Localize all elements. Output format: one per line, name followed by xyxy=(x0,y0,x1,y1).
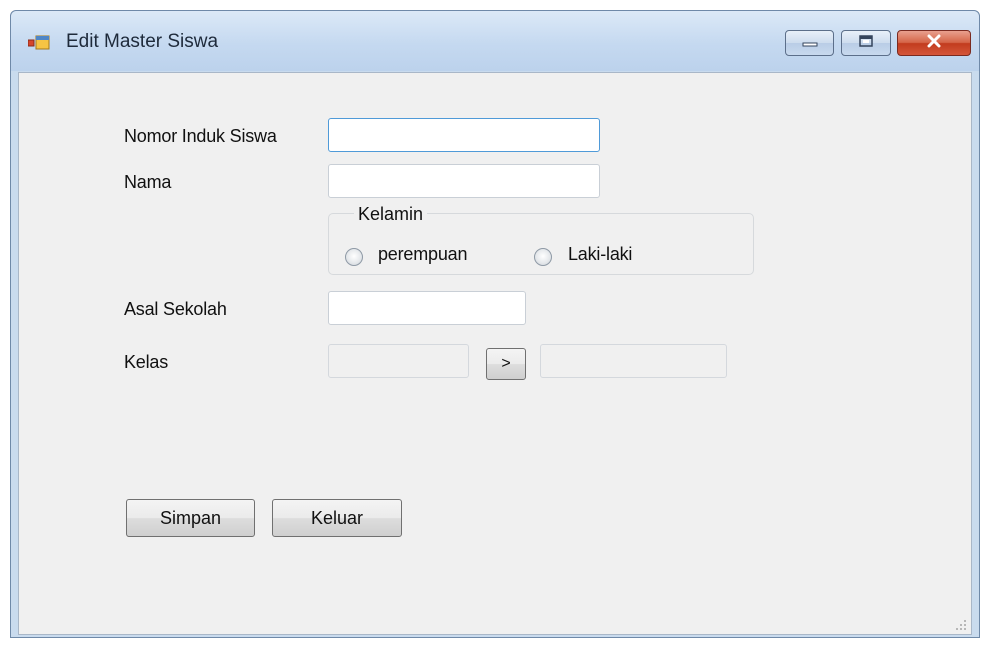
nis-input[interactable] xyxy=(328,118,600,152)
close-icon xyxy=(926,34,942,53)
title-bar[interactable]: Edit Master Siswa xyxy=(11,11,979,71)
window-title: Edit Master Siswa xyxy=(66,31,219,52)
nis-label: Nomor Induk Siswa xyxy=(124,126,277,146)
nama-input[interactable] xyxy=(328,164,600,198)
asal-sekolah-input[interactable] xyxy=(328,291,526,325)
app-window: Edit Master Siswa Nomor Induk Siswa Nama… xyxy=(10,10,980,638)
minimize-icon xyxy=(802,34,818,52)
exit-button[interactable]: Keluar xyxy=(272,499,402,537)
resize-grip-icon[interactable] xyxy=(955,618,967,630)
maximize-icon xyxy=(859,34,873,52)
kelas-picker-button[interactable]: > xyxy=(486,348,526,380)
close-button[interactable] xyxy=(897,30,971,56)
radio-perempuan-label[interactable]: perempuan xyxy=(378,244,467,265)
minimize-button[interactable] xyxy=(785,30,834,56)
gender-group-title: Kelamin xyxy=(354,204,428,225)
maximize-button[interactable] xyxy=(841,30,891,56)
kelas-code-input[interactable] xyxy=(328,344,469,378)
radio-perempuan[interactable] xyxy=(345,248,363,266)
radio-laki-laki[interactable] xyxy=(534,248,552,266)
kelas-name-input[interactable] xyxy=(540,344,727,378)
form-body: Nomor Induk Siswa Nama Kelamin perempuan… xyxy=(18,72,972,635)
save-button[interactable]: Simpan xyxy=(126,499,255,537)
form-icon xyxy=(27,35,50,51)
nama-label: Nama xyxy=(124,172,172,192)
kelas-label: Kelas xyxy=(124,352,169,372)
radio-laki-laki-label[interactable]: Laki-laki xyxy=(568,244,632,265)
asal-sekolah-label: Asal Sekolah xyxy=(124,299,227,319)
